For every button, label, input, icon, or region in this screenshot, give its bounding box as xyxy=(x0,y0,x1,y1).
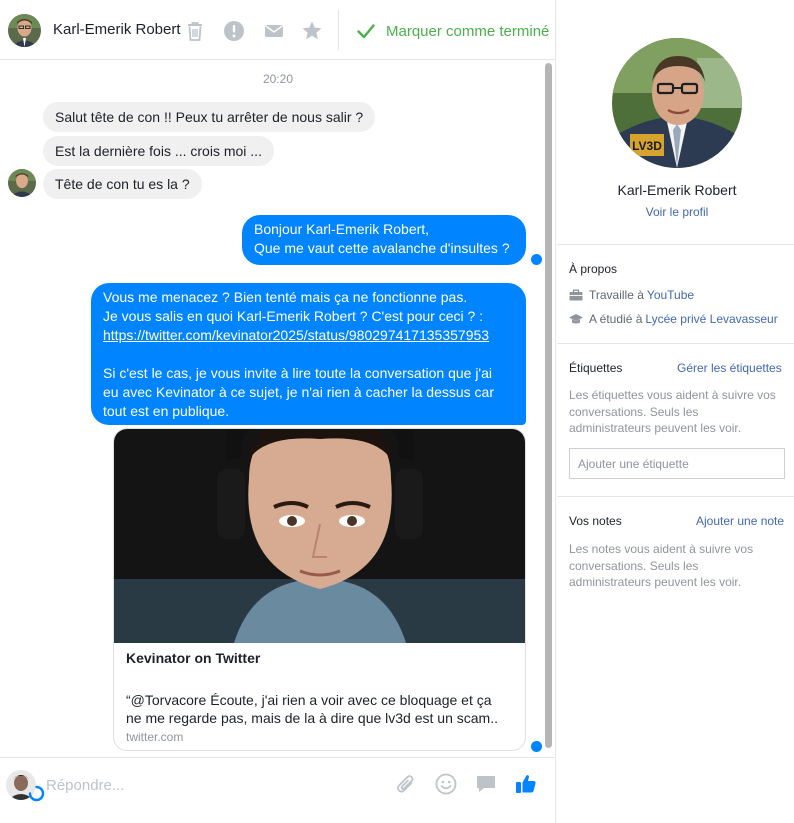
contact-name[interactable]: Karl-Emerik Robert xyxy=(53,21,181,38)
message-line: Que me vaut cette avalanche d'insultes ? xyxy=(254,240,510,256)
loading-spinner-icon xyxy=(28,785,45,802)
contact-info-panel: LV3D Karl-Emerik Robert Voir le profil À… xyxy=(557,0,794,823)
message-timestamp: 20:20 xyxy=(262,72,294,86)
emoji-icon[interactable] xyxy=(434,772,458,796)
contact-avatar[interactable] xyxy=(8,14,41,47)
manage-tags-link[interactable]: Gérer les étiquettes xyxy=(677,361,782,375)
tags-help-text: Les étiquettes vous aident à suivre vos … xyxy=(569,387,787,437)
briefcase-icon xyxy=(569,289,583,301)
message-line: Si c'est le cas, je vous invite à lire t… xyxy=(103,365,492,381)
description-line: ne me regarde pas, mais de la à dire que… xyxy=(126,710,498,726)
help-line: conversations. Seuls les xyxy=(569,404,699,419)
incoming-message[interactable]: Salut tête de con !! Peux tu arrêter de … xyxy=(43,102,376,132)
help-line: Les notes vous aident à suivre vos xyxy=(569,542,754,556)
study-prefix: A étudié à xyxy=(589,312,643,326)
thumbs-up-icon[interactable] xyxy=(514,772,538,796)
work-place-link[interactable]: YouTube xyxy=(647,288,694,302)
section-divider xyxy=(557,343,794,344)
link-preview-title: Kevinator on Twitter xyxy=(126,650,261,666)
view-profile-link[interactable]: Voir le profil xyxy=(557,205,794,219)
section-divider xyxy=(557,244,794,245)
outgoing-message[interactable]: Vous me menacez ? Bien tenté mais ça ne … xyxy=(91,283,526,425)
trash-icon[interactable] xyxy=(184,20,206,42)
link-preview-domain: twitter.com xyxy=(126,730,184,744)
message-line: Vous me menacez ? Bien tenté mais ça ne … xyxy=(103,289,468,305)
message-line: Bonjour Karl-Emerik Robert, xyxy=(254,221,430,237)
description-line: “@Torvacore Écoute, j'ai rien a voir ave… xyxy=(126,692,492,708)
seen-indicator xyxy=(531,254,542,265)
conversation-panel: Karl-Emerik Robert Marquer comme terminé xyxy=(0,0,556,823)
section-divider xyxy=(557,496,794,497)
help-line: administrateurs peuvent les voir. xyxy=(569,421,742,435)
contact-name: Karl-Emerik Robert xyxy=(617,182,737,198)
add-note-link[interactable]: Ajouter une note xyxy=(696,514,784,528)
help-line: Les étiquettes vous aident à suivre vos xyxy=(569,388,776,402)
checkmark-icon xyxy=(357,24,375,39)
help-line: administrateurs peuvent les voir. xyxy=(569,575,742,589)
incoming-message[interactable]: Tête de con tu es la ? xyxy=(43,169,202,199)
tweet-link[interactable]: https://twitter.com/kevinator2025/status… xyxy=(103,327,489,343)
reply-input[interactable] xyxy=(46,775,376,795)
link-preview-image xyxy=(114,429,525,643)
message-line: eu avec Kevinator à ce sujet, je n'ai ri… xyxy=(103,384,494,400)
thread-scrollbar[interactable] xyxy=(545,63,552,748)
sticker-icon[interactable] xyxy=(474,772,498,796)
header-divider xyxy=(338,10,339,50)
contact-avatar-small[interactable] xyxy=(8,169,36,197)
alert-icon[interactable] xyxy=(223,20,245,42)
study-info: A étudié à Lycée privé Levavasseur xyxy=(569,312,778,326)
help-line: conversations. Seuls les xyxy=(569,558,699,573)
tags-heading: Étiquettes xyxy=(569,361,623,375)
notes-heading: Vos notes xyxy=(569,514,622,528)
conversation-header: Karl-Emerik Robert Marquer comme terminé xyxy=(0,0,556,60)
notes-help-text: Les notes vous aident à suivre vos conve… xyxy=(569,541,787,591)
study-place-link[interactable]: Lycée privé Levavasseur xyxy=(645,312,777,326)
seen-indicator xyxy=(531,741,542,752)
composer-bar xyxy=(0,757,556,823)
mark-done-button[interactable]: Marquer comme terminé xyxy=(356,20,549,42)
message-line: Je vous salis en quoi Karl-Emerik Robert… xyxy=(103,308,484,324)
mail-icon[interactable] xyxy=(263,20,285,42)
link-preview-card[interactable]: Kevinator on Twitter “@Torvacore Écoute,… xyxy=(113,428,526,751)
work-info: Travaille à YouTube xyxy=(569,288,694,302)
outgoing-message[interactable]: Bonjour Karl-Emerik Robert, Que me vaut … xyxy=(242,215,526,265)
graduation-cap-icon xyxy=(569,314,583,324)
work-prefix: Travaille à xyxy=(589,288,644,302)
message-line: tout est en publique. xyxy=(103,403,230,419)
add-tag-input[interactable] xyxy=(569,448,785,479)
mark-done-label: Marquer comme terminé xyxy=(386,22,550,40)
incoming-message[interactable]: Est la dernière fois ... crois moi ... xyxy=(43,136,274,166)
link-preview-description: “@Torvacore Écoute, j'ai rien a voir ave… xyxy=(126,691,516,727)
logo-text: LV3D xyxy=(632,139,662,153)
about-heading: À propos xyxy=(569,262,618,276)
contact-profile-photo[interactable]: LV3D xyxy=(612,38,742,168)
attach-icon[interactable] xyxy=(394,772,418,796)
star-icon[interactable] xyxy=(301,20,323,42)
